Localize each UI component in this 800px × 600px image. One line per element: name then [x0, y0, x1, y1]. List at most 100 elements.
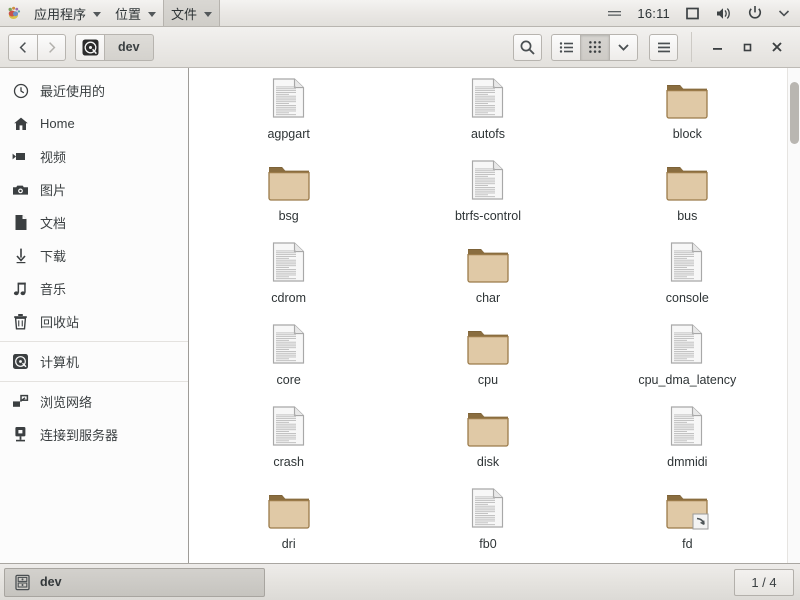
mate-footprint-logo-icon[interactable] — [4, 3, 24, 23]
navigation-buttons — [8, 33, 66, 61]
workspace-switcher-label: 1 / 4 — [751, 574, 777, 590]
taskbar-button-label: dev — [40, 575, 62, 589]
places-sidebar: 最近使用的 Home 视频 图片 文档 下载 音乐 回收站 计算机 浏览网络 连… — [0, 68, 189, 563]
workspace-square-icon[interactable] — [682, 2, 703, 24]
file-item-label: dri — [281, 537, 296, 551]
file-item[interactable]: cpu — [388, 320, 587, 402]
file-item[interactable]: disk — [388, 402, 587, 484]
menu-button-wrapper — [649, 33, 678, 61]
window-maximize-button[interactable] — [732, 32, 762, 62]
menu-arrow-icon — [148, 11, 157, 17]
file-item[interactable]: core — [189, 320, 388, 402]
file-item-label: core — [276, 373, 301, 387]
sidebar-item-label: Home — [40, 116, 75, 131]
document-file-icon — [464, 156, 512, 204]
panel-menu-places[interactable]: 位置 — [108, 0, 163, 26]
file-item-label: cdrom — [271, 291, 307, 305]
panel-status-area: 16:11 — [604, 2, 800, 24]
clock-recent-icon — [12, 82, 29, 99]
file-item[interactable]: agpgart — [189, 74, 388, 156]
breadcrumb: dev — [75, 33, 154, 61]
document-file-icon — [265, 320, 313, 368]
file-item[interactable]: char — [388, 238, 587, 320]
sidebar-item-connect-to-server[interactable]: 连接到服务器 — [0, 418, 188, 451]
window-controls — [691, 32, 792, 62]
sidebar-item-music[interactable]: 音乐 — [0, 272, 188, 305]
search-button[interactable] — [513, 33, 542, 61]
file-browser-content[interactable]: agpgart autofs block bsg btrfs-control bus cdr… — [189, 68, 800, 563]
file-item[interactable]: bus — [588, 156, 787, 238]
sidebar-item-trash[interactable]: 回收站 — [0, 305, 188, 338]
toolbar-right-group — [513, 32, 792, 62]
grid-view-button[interactable] — [580, 33, 609, 61]
sidebar-item-videos[interactable]: 视频 — [0, 140, 188, 173]
window-minimize-button[interactable] — [702, 32, 732, 62]
server-connect-icon — [12, 426, 29, 443]
file-item[interactable]: dmmidi — [588, 402, 787, 484]
file-item[interactable]: fd — [588, 484, 787, 563]
file-item[interactable]: cpu_dma_latency — [588, 320, 787, 402]
sidebar-item-computer[interactable]: 计算机 — [0, 345, 188, 378]
folder-symlink-icon — [663, 484, 711, 532]
sidebar-item-label: 连接到服务器 — [40, 428, 119, 443]
panel-menu-label: 应用程序 — [34, 6, 87, 22]
icon-view-grid: agpgart autofs block bsg btrfs-control bus cdr… — [189, 68, 787, 563]
window-close-button[interactable] — [762, 32, 792, 62]
view-dropdown-button[interactable] — [609, 33, 638, 61]
sidebar-item-downloads[interactable]: 下载 — [0, 239, 188, 272]
file-item[interactable]: btrfs-control — [388, 156, 587, 238]
sidebar-separator — [0, 341, 188, 342]
panel-menu-files[interactable]: 文件 — [163, 0, 221, 26]
sidebar-item-documents[interactable]: 文档 — [0, 206, 188, 239]
file-item[interactable]: dri — [189, 484, 388, 563]
file-item[interactable]: autofs — [388, 74, 587, 156]
sidebar-item-label: 浏览网络 — [40, 395, 93, 410]
workspace-switcher[interactable]: 1 / 4 — [734, 568, 794, 596]
camera-photo-icon — [12, 181, 29, 198]
back-button[interactable] — [8, 33, 37, 61]
minimize-indicator-icon[interactable] — [604, 2, 625, 24]
file-item[interactable]: fb0 — [388, 484, 587, 563]
panel-menu-applications[interactable]: 应用程序 — [27, 0, 108, 26]
scrollbar-thumb[interactable] — [790, 82, 799, 144]
file-item[interactable]: bsg — [189, 156, 388, 238]
file-item-label: console — [665, 291, 709, 305]
hamburger-menu-button[interactable] — [649, 33, 678, 61]
taskbar-button-dev[interactable]: dev — [4, 567, 265, 597]
panel-menu-label: 文件 — [171, 6, 198, 22]
vertical-scrollbar[interactable] — [787, 68, 800, 563]
breadcrumb-item-dev[interactable]: dev — [104, 33, 154, 61]
document-file-icon — [663, 402, 711, 450]
speaker-volume-icon[interactable] — [712, 2, 735, 24]
panel-clock[interactable]: 16:11 — [634, 2, 673, 24]
video-camera-icon — [12, 148, 29, 165]
document-file-icon — [464, 484, 512, 532]
power-button-icon[interactable] — [744, 2, 766, 24]
file-item[interactable]: crash — [189, 402, 388, 484]
list-view-button[interactable] — [551, 33, 580, 61]
sidebar-item-label: 下载 — [40, 249, 67, 264]
computer-disk-icon — [12, 353, 29, 370]
file-item-label: btrfs-control — [454, 209, 521, 223]
panel-menu-label: 位置 — [115, 6, 142, 22]
computer-disk-icon[interactable] — [75, 33, 104, 61]
file-item-label: bsg — [278, 209, 299, 223]
sidebar-item-browse-network[interactable]: 浏览网络 — [0, 385, 188, 418]
file-manager-icon — [14, 574, 31, 591]
file-item[interactable]: cdrom — [189, 238, 388, 320]
sidebar-item-pictures[interactable]: 图片 — [0, 173, 188, 206]
sidebar-item-label: 回收站 — [40, 315, 80, 330]
network-browse-icon — [12, 393, 29, 410]
file-item[interactable]: console — [588, 238, 787, 320]
sidebar-item-label: 文档 — [40, 216, 67, 231]
folder-icon — [265, 156, 313, 204]
trash-bin-icon — [12, 313, 29, 330]
chevron-down-icon[interactable] — [775, 2, 793, 24]
window-toolbar: dev — [0, 27, 800, 68]
sidebar-item-home[interactable]: Home — [0, 107, 188, 140]
sidebar-item-recent[interactable]: 最近使用的 — [0, 74, 188, 107]
view-mode-buttons — [551, 33, 638, 61]
forward-button[interactable] — [37, 33, 66, 61]
folder-icon — [265, 484, 313, 532]
file-item[interactable]: block — [588, 74, 787, 156]
